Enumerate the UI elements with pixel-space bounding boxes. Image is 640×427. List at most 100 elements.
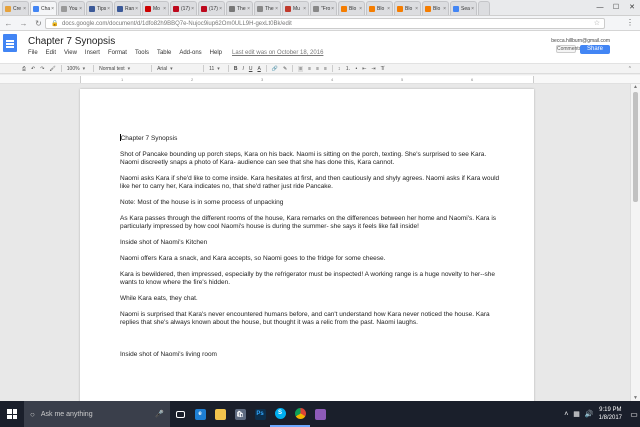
collapse-toolbar-icon[interactable]: ⌃ [628, 66, 632, 72]
back-icon[interactable]: ← [2, 17, 15, 30]
docs-logo-icon[interactable] [3, 34, 17, 52]
store-icon[interactable]: 🛍 [230, 401, 250, 427]
network-icon[interactable]: ▦ [573, 410, 580, 418]
menu-insert[interactable]: Insert [85, 50, 100, 56]
browser-tab[interactable]: Cha × [30, 1, 57, 15]
clear-formatting-icon[interactable]: T̸ [381, 66, 384, 72]
align-left-icon[interactable]: ≡ [298, 65, 304, 72]
font-select[interactable]: Arial [157, 66, 195, 72]
file-explorer-icon[interactable] [210, 401, 230, 427]
document-paragraph[interactable]: Inside shot of Naomi's living room [120, 351, 500, 359]
browser-tab[interactable]: Sea × [450, 1, 477, 15]
document-title[interactable]: Chapter 7 Synopsis [28, 36, 115, 47]
browser-tab[interactable]: (17) × [170, 1, 197, 15]
taskbar-clock[interactable]: 9:19 PM 1/8/2017 [599, 406, 622, 422]
volume-icon[interactable]: 🔊 [585, 410, 594, 418]
account-email[interactable]: becca.hillburn@gmail.com [551, 38, 610, 44]
tab-close-icon[interactable]: × [135, 6, 138, 12]
chrome-icon[interactable] [290, 401, 310, 427]
task-view-icon[interactable] [170, 401, 190, 427]
document-paragraph[interactable]: As Kara passes through the different roo… [120, 215, 500, 231]
redo-icon[interactable]: ↷ [40, 66, 44, 72]
zoom-select[interactable]: 100% [67, 66, 85, 72]
scroll-up-icon[interactable]: ▲ [633, 84, 638, 90]
document-paragraph[interactable]: Inside shot of Naomi's Kitchen [120, 239, 500, 247]
comments-button[interactable]: Comments [556, 45, 581, 53]
print-icon[interactable]: ⎙ [22, 66, 26, 72]
minimize-icon[interactable]: — [592, 0, 608, 14]
maximize-icon[interactable]: ☐ [608, 0, 624, 14]
align-justify-icon[interactable]: ≡ [324, 66, 327, 72]
browser-tab[interactable]: Ran × [114, 1, 141, 15]
menu-help[interactable]: Help [210, 50, 222, 56]
tab-close-icon[interactable]: × [359, 6, 362, 12]
tab-close-icon[interactable]: × [191, 6, 194, 12]
line-spacing-icon[interactable]: ↕ [338, 66, 341, 72]
style-select[interactable]: Normal text [99, 66, 143, 72]
share-button[interactable]: Share [580, 45, 610, 54]
tab-close-icon[interactable]: × [443, 6, 446, 12]
ruler-track[interactable]: 1 2 3 4 5 6 [80, 76, 534, 83]
edge-browser-icon[interactable]: e [190, 401, 210, 427]
menu-file[interactable]: File [28, 50, 38, 56]
browser-tab[interactable]: Blo × [338, 1, 365, 15]
menu-tools[interactable]: Tools [135, 50, 149, 56]
document-paragraph[interactable]: While Kara eats, they chat. [120, 295, 500, 303]
align-center-icon[interactable]: ≡ [308, 66, 311, 72]
tab-close-icon[interactable]: × [247, 6, 250, 12]
document-paragraph[interactable]: Shot of Pancake bounding up porch steps,… [120, 151, 500, 167]
menu-view[interactable]: View [64, 50, 77, 56]
browser-tab[interactable]: You × [58, 1, 85, 15]
text-color-button[interactable]: A [257, 66, 260, 72]
comment-icon[interactable]: ✎ [283, 66, 287, 72]
photoshop-icon[interactable]: Ps [250, 401, 270, 427]
new-tab-button[interactable] [478, 1, 490, 15]
document-paragraph[interactable]: Naomi asks Kara if she'd like to come in… [120, 175, 500, 191]
tray-up-arrow-icon[interactable]: ˄ [564, 411, 568, 418]
tab-close-icon[interactable]: × [275, 6, 278, 12]
action-center-icon[interactable]: ▭ [628, 401, 640, 427]
menu-edit[interactable]: Edit [46, 50, 56, 56]
tab-close-icon[interactable]: × [163, 6, 166, 12]
bold-button[interactable]: B [234, 66, 238, 72]
tab-close-icon[interactable]: × [107, 6, 110, 12]
start-button[interactable] [0, 401, 24, 427]
reload-icon[interactable]: ↻ [32, 17, 45, 30]
tab-close-icon[interactable]: × [415, 6, 418, 12]
cortana-search-input[interactable]: ○ Ask me anything 🎤 [24, 401, 170, 427]
tab-close-icon[interactable]: × [471, 6, 474, 12]
browser-tab[interactable]: Mo × [142, 1, 169, 15]
document-body[interactable]: Chapter 7 Synopsis Shot of Pancake boundi… [120, 134, 500, 367]
browser-tab[interactable]: Blo × [366, 1, 393, 15]
browser-tab[interactable]: The × [226, 1, 253, 15]
increase-indent-icon[interactable]: ⇥ [371, 66, 375, 72]
last-edit-link[interactable]: Last edit was on October 18, 2016 [232, 50, 323, 56]
tab-close-icon[interactable]: × [303, 6, 306, 12]
align-right-icon[interactable]: ≡ [316, 66, 319, 72]
link-icon[interactable]: 🔗 [272, 66, 278, 72]
browser-tab[interactable]: Cre × [2, 1, 29, 15]
menu-format[interactable]: Format [108, 50, 127, 56]
document-paragraph[interactable] [120, 335, 500, 343]
document-paragraph[interactable]: Note: Most of the house is in some proce… [120, 199, 500, 207]
app-icon[interactable] [310, 401, 330, 427]
scroll-thumb[interactable] [633, 92, 638, 202]
microphone-icon[interactable]: 🎤 [155, 410, 164, 418]
tab-close-icon[interactable]: × [387, 6, 390, 12]
tab-close-icon[interactable]: × [219, 6, 222, 12]
close-window-icon[interactable]: ✕ [624, 0, 640, 14]
browser-tab[interactable]: (17) × [198, 1, 225, 15]
undo-icon[interactable]: ↶ [31, 66, 35, 72]
paint-format-icon[interactable]: 🖌 [49, 66, 55, 72]
browser-menu-icon[interactable]: ⋮ [626, 18, 634, 27]
tab-close-icon[interactable]: × [51, 6, 54, 12]
document-page[interactable]: Chapter 7 Synopsis Shot of Pancake boundi… [80, 89, 534, 419]
browser-tab[interactable]: The × [254, 1, 281, 15]
menu-table[interactable]: Table [157, 50, 171, 56]
browser-tab[interactable]: Blo × [394, 1, 421, 15]
bookmark-star-icon[interactable]: ☆ [594, 19, 600, 27]
underline-button[interactable]: U [249, 66, 253, 72]
browser-tab[interactable]: Blo × [422, 1, 449, 15]
forward-icon[interactable]: → [17, 17, 30, 30]
menu-addons[interactable]: Add-ons [179, 50, 201, 56]
